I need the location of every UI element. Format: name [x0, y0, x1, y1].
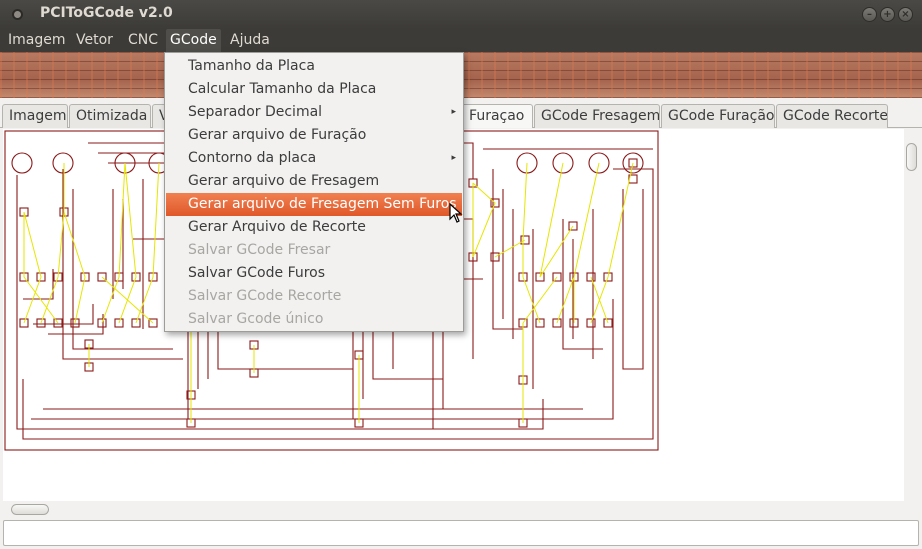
app-icon — [12, 9, 23, 20]
tab-gcode-recorte[interactable]: GCode Recorte — [776, 104, 888, 128]
minimize-button[interactable]: – — [862, 7, 877, 22]
menu-gcode[interactable]: GCode — [166, 29, 221, 52]
horizontal-scroll-thumb[interactable] — [11, 504, 49, 515]
submenu-arrow-icon: ▸ — [451, 107, 456, 117]
menu-imagem[interactable]: Imagem — [4, 29, 69, 52]
vertical-scrollbar[interactable] — [904, 129, 919, 507]
tab-furacao[interactable]: a Furaçao — [455, 104, 533, 128]
menu-item-contorno-label: Contorno da placa — [188, 150, 317, 166]
tab-imagem[interactable]: Imagem — [2, 104, 68, 128]
menu-item-contorno-placa[interactable]: Contorno da placa ▸ — [166, 147, 462, 170]
menu-item-gerar-fresagem[interactable]: Gerar arquivo de Fresagem — [166, 170, 462, 193]
tab-gcode-furacao[interactable]: GCode Furação — [661, 104, 775, 128]
menu-item-salvar-furos[interactable]: Salvar GCode Furos — [166, 262, 462, 285]
menu-item-separador-decimal[interactable]: Separador Decimal ▸ — [166, 101, 462, 124]
menu-item-salvar-recorte[interactable]: Salvar GCode Recorte — [166, 285, 462, 308]
menu-vetor[interactable]: Vetor — [72, 29, 117, 52]
title-bar: PCIToGCode v2.0 – + × — [0, 0, 922, 29]
gcode-menu-dropdown: Tamanho da Placa Calcular Tamanho da Pla… — [164, 52, 464, 332]
menu-item-separador-label: Separador Decimal — [188, 104, 323, 120]
mouse-cursor-icon — [449, 203, 463, 223]
menu-item-gerar-recorte[interactable]: Gerar Arquivo de Recorte — [166, 216, 462, 239]
menu-bar: Imagem Vetor CNC GCode Ajuda — [0, 29, 922, 52]
vertical-scroll-thumb[interactable] — [906, 143, 917, 171]
horizontal-scrollbar[interactable] — [3, 501, 904, 519]
close-button[interactable]: × — [898, 7, 913, 22]
menu-cnc[interactable]: CNC — [124, 29, 162, 52]
maximize-button[interactable]: + — [880, 7, 895, 22]
menu-ajuda[interactable]: Ajuda — [226, 29, 274, 52]
window-title: PCIToGCode v2.0 — [40, 5, 173, 21]
menu-item-salvar-unico[interactable]: Salvar Gcode único — [166, 308, 462, 331]
menu-item-gerar-fresagem-sem-furos[interactable]: Gerar arquivo de Fresagem Sem Furos — [166, 193, 462, 216]
menu-item-tamanho-placa[interactable]: Tamanho da Placa — [166, 55, 462, 78]
submenu-arrow-icon: ▸ — [451, 153, 456, 163]
tab-otimizada[interactable]: Otimizada — [69, 104, 151, 128]
status-field — [3, 520, 919, 546]
menu-item-salvar-fresar[interactable]: Salvar GCode Fresar — [166, 239, 462, 262]
menu-item-gerar-furacao[interactable]: Gerar arquivo de Furação — [166, 124, 462, 147]
tab-gcode-fresagem[interactable]: GCode Fresagem — [534, 104, 660, 128]
menu-item-calcular-tamanho[interactable]: Calcular Tamanho da Placa — [166, 78, 462, 101]
